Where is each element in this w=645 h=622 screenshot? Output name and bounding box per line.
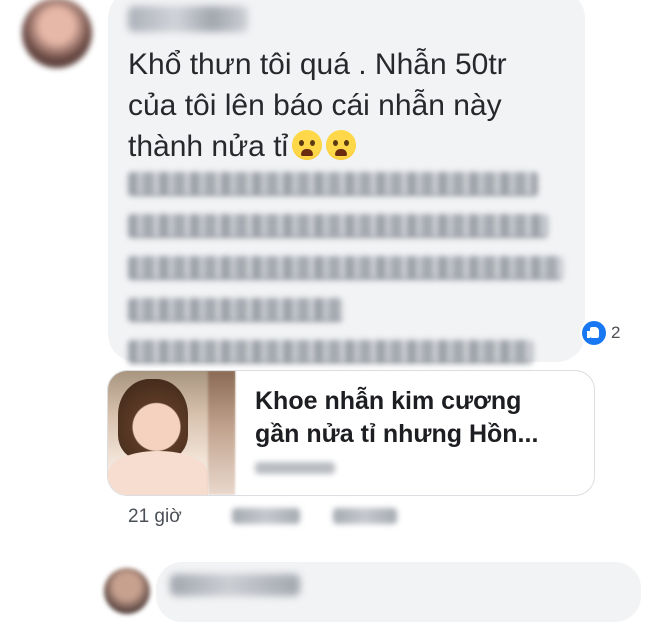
comment-line-2: của tôi lên báo cái nhẫn này — [128, 89, 502, 122]
link-line[interactable] — [128, 340, 533, 364]
next-commenter-name-blurred[interactable] — [170, 574, 300, 596]
next-commenter-avatar[interactable] — [104, 568, 150, 614]
comment-line-3: thành nửa tỉ — [128, 126, 568, 167]
link-source-blurred — [255, 462, 335, 474]
link-preview-card[interactable]: Khoe nhẫn kim cương gần nửa tỉ nhưng Hồn… — [107, 370, 595, 496]
link-title: Khoe nhẫn kim cương gần nửa tỉ nhưng Hồn… — [255, 387, 539, 448]
crying-face-icon — [292, 130, 323, 160]
link-line[interactable] — [128, 256, 563, 280]
reply-action-blurred[interactable] — [333, 508, 397, 524]
comment-text: Khổ thưn tôi quá . Nhẫn 50tr của tôi lên… — [128, 44, 568, 167]
commenter-name-blurred[interactable] — [128, 6, 248, 32]
like-icon — [582, 321, 606, 345]
like-action-blurred[interactable] — [232, 508, 300, 524]
link-line[interactable] — [128, 298, 343, 322]
comment-link-blurred[interactable] — [128, 172, 578, 382]
comment-timestamp[interactable]: 21 giờ — [128, 506, 182, 528]
commenter-avatar[interactable] — [22, 0, 92, 68]
link-line[interactable] — [128, 172, 538, 196]
reaction-count: 2 — [611, 323, 621, 342]
reaction-summary[interactable]: 2 — [580, 318, 625, 348]
link-thumbnail — [108, 371, 235, 495]
link-line[interactable] — [128, 214, 548, 238]
crying-face-icon — [326, 130, 357, 160]
comment-line-1: Khổ thưn tôi quá . Nhẫn 50tr — [128, 48, 507, 81]
